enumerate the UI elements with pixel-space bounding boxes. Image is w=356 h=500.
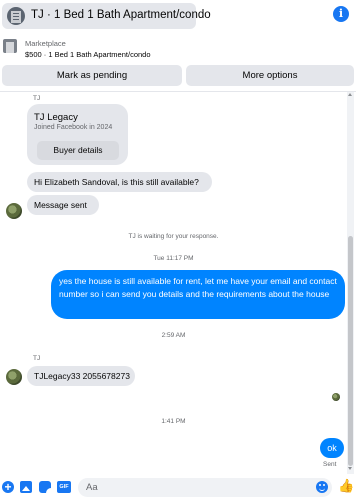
thumbs-up-icon[interactable]: 👍 — [338, 479, 354, 493]
message-bubble-incoming: Hi Elizabeth Sandoval, is this still ava… — [27, 172, 212, 192]
listing-thumbnail — [3, 39, 17, 53]
buyer-intro-card: TJ Legacy Joined Facebook in 2024 Buyer … — [27, 104, 128, 165]
message-composer: + GIF Aa 👍 — [0, 475, 356, 500]
header-divider — [0, 91, 356, 92]
sender-name: TJ — [33, 355, 41, 362]
thread-scrollbar-thumb[interactable] — [348, 236, 353, 466]
listing-summary[interactable]: Marketplace $500 · 1 Bed 1 Bath Apartmen… — [0, 37, 356, 63]
waiting-status-text: TJ is waiting for your response. — [128, 233, 219, 240]
timestamp: 1:41 PM — [161, 418, 186, 425]
buyer-joined-text: Joined Facebook in 2024 — [34, 124, 113, 131]
listing-source: Marketplace — [25, 39, 66, 48]
seen-receipt-avatar — [332, 393, 340, 401]
info-icon[interactable]: i — [333, 6, 349, 22]
timestamp: 2:59 AM — [161, 332, 186, 339]
plus-circle-icon[interactable]: + — [2, 481, 14, 493]
timestamp: Tue 11:17 PM — [153, 255, 194, 262]
avatar[interactable] — [6, 369, 22, 385]
avatar[interactable] — [6, 203, 22, 219]
message-input[interactable]: Aa — [78, 478, 332, 497]
listing-title: $500 · 1 Bed 1 Bath Apartment/condo — [25, 50, 151, 59]
emoji-icon[interactable] — [316, 481, 328, 493]
message-bubble-incoming: TJLegacy33 2055678273 — [27, 366, 135, 386]
sender-name: TJ — [33, 95, 41, 102]
buyer-name: TJ Legacy — [34, 112, 78, 123]
listing-avatar — [7, 7, 25, 25]
buyer-details-button[interactable]: Buyer details — [37, 141, 119, 160]
sticker-icon[interactable] — [39, 481, 51, 493]
sent-status: Sent — [323, 461, 337, 468]
photo-icon[interactable] — [20, 481, 32, 493]
message-input-placeholder: Aa — [86, 482, 98, 493]
scroll-down-arrow-icon[interactable] — [348, 467, 352, 470]
conversation-title-button[interactable]: TJ · 1 Bed 1 Bath Apartment/condo — [2, 3, 211, 29]
more-options-button[interactable]: More options — [186, 65, 354, 86]
message-bubble-incoming: Message sent — [27, 195, 99, 215]
gif-icon[interactable]: GIF — [57, 481, 71, 493]
chat-header: TJ · 1 Bed 1 Bath Apartment/condo i — [0, 0, 356, 31]
message-bubble-outgoing: yes the house is still available for ren… — [51, 270, 345, 319]
message-bubble-outgoing: ok — [320, 438, 344, 458]
conversation-title: TJ · 1 Bed 1 Bath Apartment/condo — [31, 9, 211, 21]
mark-as-pending-button[interactable]: Mark as pending — [2, 65, 182, 86]
scroll-up-arrow-icon[interactable] — [348, 93, 352, 96]
